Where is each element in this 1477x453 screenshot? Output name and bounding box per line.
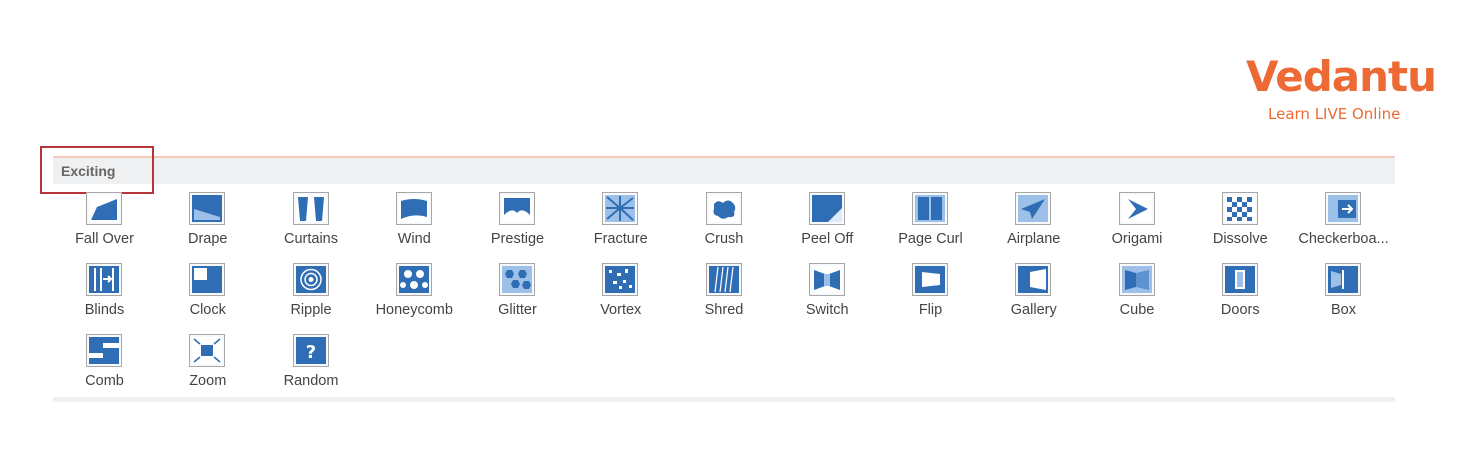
transition-dissolve[interactable]: Dissolve (1189, 190, 1292, 254)
transition-label: Checkerboa... (1298, 231, 1389, 247)
transition-cube[interactable]: Cube (1086, 261, 1189, 325)
transition-shred[interactable]: Shred (673, 261, 776, 325)
transition-vortex[interactable]: Vortex (569, 261, 672, 325)
logo-tagline: Learn LIVE Online (1268, 105, 1401, 123)
transition-crush[interactable]: Crush (673, 190, 776, 254)
shred-icon (705, 263, 742, 296)
random-icon: ? (292, 334, 329, 367)
transition-checkerboard[interactable]: Checkerboa... (1292, 190, 1395, 254)
gallery-icon (1015, 263, 1052, 296)
transition-wind[interactable]: Wind (363, 190, 466, 254)
transition-random[interactable]: ? Random (260, 332, 363, 396)
comb-icon (86, 334, 122, 367)
prestige-icon (499, 192, 535, 225)
checkerboard-icon (1325, 192, 1361, 225)
transition-label: Random (283, 373, 339, 389)
transition-label: Curtains (284, 231, 338, 247)
flip-icon (912, 263, 948, 296)
transition-label: Airplane (1007, 231, 1061, 247)
transition-glitter[interactable]: Glitter (466, 261, 569, 325)
transition-label: Ripple (290, 302, 332, 318)
transition-fall-over[interactable]: Fall Over (53, 190, 156, 254)
transition-prestige[interactable]: Prestige (466, 190, 569, 254)
transition-label: Prestige (490, 231, 545, 247)
box-icon (1325, 263, 1361, 296)
doors-icon (1221, 263, 1258, 296)
transition-label: Fracture (593, 231, 648, 247)
vedantu-logo: Vedantu Learn LIVE Online (1246, 52, 1437, 127)
gallery-bottom-border (53, 397, 1395, 402)
transition-label: Doors (1220, 302, 1260, 318)
vortex-icon (602, 263, 639, 296)
page-curl-icon (912, 192, 948, 225)
transition-switch[interactable]: Switch (776, 261, 879, 325)
zoom-icon (189, 334, 226, 367)
transition-label: Shred (704, 302, 744, 318)
transition-label: Vortex (600, 302, 642, 318)
transition-label: Box (1331, 302, 1356, 318)
peel-off-icon (808, 192, 845, 225)
blinds-icon (86, 263, 122, 296)
drape-icon (189, 192, 226, 225)
transition-label: Blinds (84, 302, 125, 318)
fall-over-icon (86, 192, 122, 225)
transition-curtains[interactable]: Curtains (260, 190, 363, 254)
clock-icon (189, 263, 226, 296)
transition-label: Crush (704, 231, 744, 247)
transition-page-curl[interactable]: Page Curl (879, 190, 982, 254)
curtains-icon (292, 192, 329, 225)
transition-box[interactable]: Box (1292, 261, 1395, 325)
transition-label: Peel Off (801, 231, 854, 247)
transition-label: Clock (189, 302, 226, 318)
transition-zoom[interactable]: Zoom (156, 332, 259, 396)
airplane-icon (1015, 192, 1052, 225)
glitter-icon (499, 263, 535, 296)
transition-label: Flip (918, 302, 943, 318)
transition-origami[interactable]: Origami (1086, 190, 1189, 254)
transition-clock[interactable]: Clock (156, 261, 259, 325)
transition-doors[interactable]: Doors (1189, 261, 1292, 325)
fracture-icon (602, 192, 639, 225)
svg-text:?: ? (305, 342, 315, 363)
switch-icon (808, 263, 845, 296)
section-title: Exciting (61, 163, 116, 179)
transition-honeycomb[interactable]: Honeycomb (363, 261, 466, 325)
transition-ripple[interactable]: Ripple (260, 261, 363, 325)
transition-label: Wind (397, 231, 431, 247)
transition-label: Gallery (1010, 302, 1057, 318)
transition-label: Glitter (498, 302, 537, 318)
transitions-gallery: Exciting Fall Over Drape Curtains Wind Prest… (40, 146, 1395, 402)
transition-label: Page Curl (898, 231, 963, 247)
crush-icon (705, 192, 742, 225)
transition-blinds[interactable]: Blinds (53, 261, 156, 325)
transition-peel-off[interactable]: Peel Off (776, 190, 879, 254)
transition-gallery[interactable]: Gallery (982, 261, 1085, 325)
transition-label: Dissolve (1212, 231, 1268, 247)
transition-drape[interactable]: Drape (156, 190, 259, 254)
origami-icon (1118, 192, 1155, 225)
transition-label: Cube (1119, 302, 1155, 318)
logo-wordmark: Vedantu (1246, 52, 1437, 101)
transition-label: Origami (1111, 231, 1163, 247)
transition-label: Zoom (189, 373, 227, 389)
transition-label: Honeycomb (375, 302, 453, 318)
transition-label: Fall Over (75, 231, 134, 247)
transition-label: Drape (188, 231, 228, 247)
honeycomb-icon (395, 263, 432, 296)
cube-icon (1118, 263, 1155, 296)
dissolve-icon (1221, 192, 1258, 225)
transition-label: Comb (85, 373, 124, 389)
transition-comb[interactable]: Comb (53, 332, 156, 396)
transition-label: Switch (805, 302, 849, 318)
ripple-icon (292, 263, 329, 296)
transition-fracture[interactable]: Fracture (569, 190, 672, 254)
transition-airplane[interactable]: Airplane (982, 190, 1085, 254)
transition-flip[interactable]: Flip (879, 261, 982, 325)
wind-icon (395, 192, 432, 225)
section-header: Exciting (53, 156, 1395, 184)
